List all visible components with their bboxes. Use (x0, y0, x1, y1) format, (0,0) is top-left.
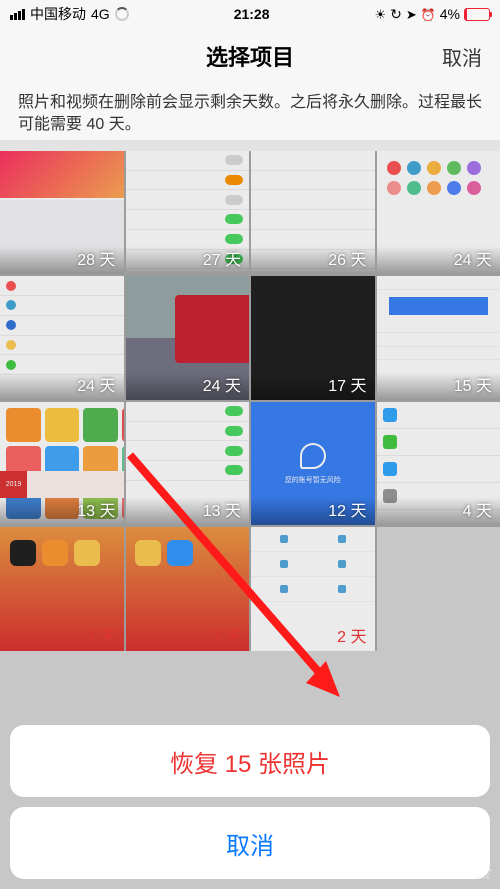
location-icon (406, 6, 417, 23)
carrier: 中国移动 (30, 4, 86, 24)
signal-icon (10, 9, 25, 20)
loading-icon (115, 7, 129, 21)
nav-cancel-button[interactable]: 取消 (442, 42, 482, 71)
battery-percent: 4% (440, 6, 460, 22)
restore-photos-button[interactable]: 恢复 15 张照片 (10, 725, 490, 797)
nav-bar: 选择项目 取消 (0, 28, 500, 84)
alarm-icon (421, 6, 436, 22)
page-title: 选择项目 (206, 40, 294, 72)
status-bar: 中国移动 4G 21:28 4% (0, 0, 500, 28)
dnd-icon (375, 6, 387, 23)
network: 4G (91, 6, 110, 22)
battery-icon (464, 8, 490, 21)
sheet-cancel-button[interactable]: 取消 (10, 807, 490, 879)
rotation-lock-icon (390, 6, 402, 23)
clock: 21:28 (234, 6, 270, 22)
action-sheet: 恢复 15 张照片 取消 (10, 725, 490, 879)
watermark: Baidu Baidu 经验经验 (421, 863, 490, 883)
